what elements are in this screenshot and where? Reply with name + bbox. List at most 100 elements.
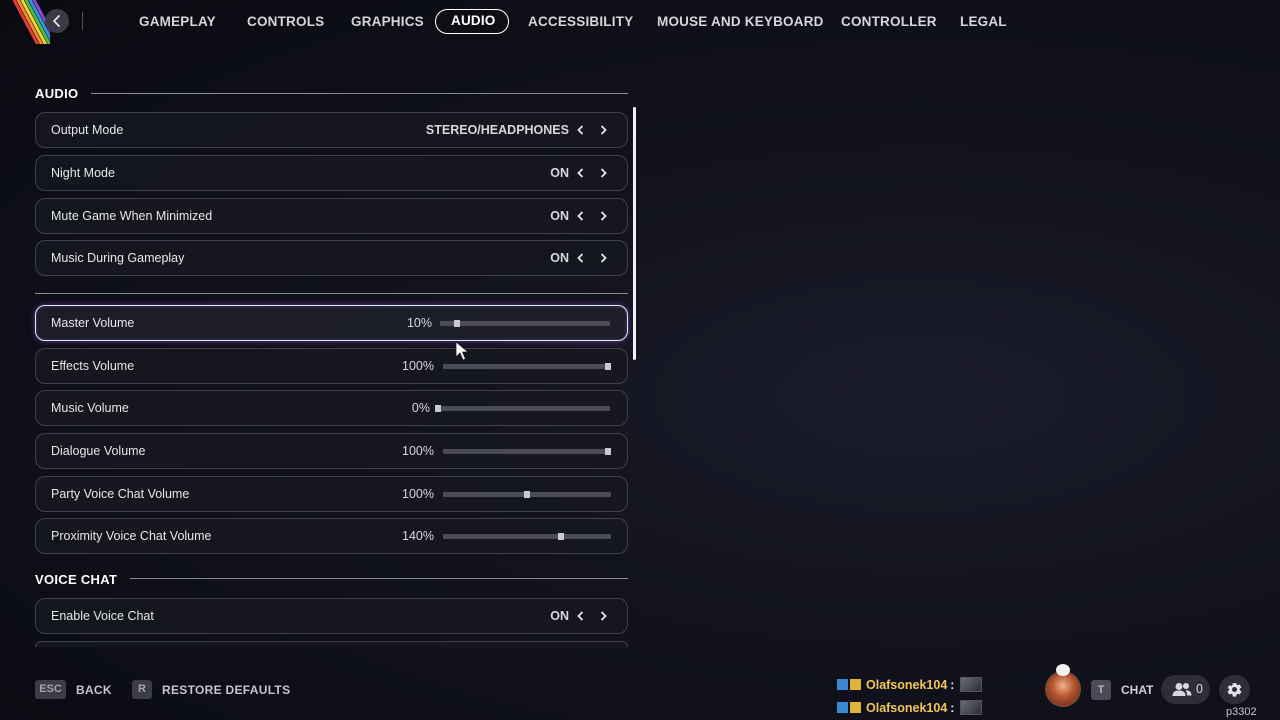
- platform-icon: [837, 702, 848, 713]
- tab-mouse-and-keyboard[interactable]: MOUSE AND KEYBOARD: [657, 9, 824, 34]
- feed-separator: :: [950, 678, 955, 692]
- friends-count: 0: [1196, 682, 1203, 696]
- party-voice-chat-volume-slider[interactable]: [443, 491, 611, 498]
- crown-icon: [850, 702, 861, 713]
- crown-icon: [850, 679, 861, 690]
- feed-entry: Olafsonek104:: [837, 676, 983, 694]
- night-mode-value: ON: [550, 166, 569, 180]
- platform-icon: [837, 679, 848, 690]
- tab-controls[interactable]: CONTROLS: [247, 9, 324, 34]
- chevron-left-icon[interactable]: [575, 610, 587, 622]
- r-key-hint: R: [132, 680, 152, 699]
- settings-scrollbar[interactable]: [633, 107, 636, 360]
- proximity-voice-chat-volume-value: 140%: [402, 529, 434, 543]
- party-voice-chat-volume-row[interactable]: Party Voice Chat Volume 100%: [35, 476, 628, 512]
- effects-volume-label: Effects Volume: [51, 359, 135, 373]
- effects-volume-value: 100%: [402, 359, 434, 373]
- tab-controller[interactable]: CONTROLLER: [841, 9, 937, 34]
- music-during-gameplay-label: Music During Gameplay: [51, 251, 185, 265]
- tab-audio[interactable]: AUDIO: [435, 9, 509, 34]
- player-avatar[interactable]: [1045, 671, 1081, 707]
- feed-player-name: Olafsonek104: [866, 678, 948, 692]
- chevron-left-icon[interactable]: [575, 167, 587, 179]
- slider-thumb[interactable]: [605, 363, 611, 370]
- enable-voice-chat-value: ON: [550, 609, 569, 623]
- master-volume-value: 10%: [406, 316, 432, 330]
- proximity-voice-chat-volume-slider[interactable]: [443, 533, 611, 540]
- chevron-left-icon[interactable]: [575, 210, 587, 222]
- tab-graphics[interactable]: GRAPHICS: [351, 9, 424, 34]
- gear-icon: [1227, 682, 1242, 697]
- music-volume-label: Music Volume: [51, 401, 129, 415]
- t-key-hint: T: [1091, 680, 1111, 700]
- chevron-left-icon[interactable]: [575, 124, 587, 136]
- crown-icon: [1056, 664, 1070, 676]
- back-button[interactable]: [45, 9, 69, 33]
- mute-when-minimized-row[interactable]: Mute Game When Minimized ON: [35, 198, 628, 234]
- output-mode-row[interactable]: Output Mode STEREO/HEADPHONES: [35, 112, 628, 148]
- chevron-right-icon[interactable]: [597, 252, 609, 264]
- music-during-gameplay-value: ON: [550, 251, 569, 265]
- feed-item-icon: [960, 700, 983, 715]
- chevron-left-icon[interactable]: [575, 252, 587, 264]
- tab-accessibility[interactable]: ACCESSIBILITY: [528, 9, 633, 34]
- voice-chat-section-divider: [130, 578, 628, 579]
- night-mode-row[interactable]: Night Mode ON: [35, 155, 628, 191]
- night-mode-label: Night Mode: [51, 166, 115, 180]
- feed-item-icon: [960, 677, 983, 692]
- proximity-voice-chat-volume-row[interactable]: Proximity Voice Chat Volume 140%: [35, 518, 628, 554]
- slider-thumb[interactable]: [454, 320, 460, 327]
- master-volume-slider[interactable]: [440, 320, 610, 327]
- chevron-right-icon[interactable]: [597, 610, 609, 622]
- audio-section-divider: [91, 93, 628, 94]
- feed-separator: :: [950, 701, 955, 715]
- slider-thumb[interactable]: [605, 448, 611, 455]
- slider-thumb[interactable]: [524, 491, 530, 498]
- chevron-right-icon[interactable]: [597, 210, 609, 222]
- master-volume-label: Master Volume: [51, 316, 135, 330]
- party-voice-chat-volume-value: 100%: [402, 487, 434, 501]
- dialogue-volume-slider[interactable]: [443, 448, 611, 455]
- build-version: p3302: [1226, 706, 1257, 718]
- slider-thumb[interactable]: [557, 533, 564, 540]
- music-volume-row[interactable]: Music Volume 0%: [35, 390, 628, 426]
- restore-defaults-button[interactable]: RESTORE DEFAULTS: [162, 681, 290, 699]
- effects-volume-slider[interactable]: [443, 363, 611, 370]
- feed-player-name: Olafsonek104: [866, 701, 948, 715]
- tab-gameplay[interactable]: GAMEPLAY: [139, 9, 216, 34]
- voice-chat-section-title: VOICE CHAT: [35, 572, 118, 587]
- chat-button[interactable]: CHAT: [1121, 681, 1153, 699]
- friends-button[interactable]: 0: [1161, 675, 1210, 704]
- proximity-voice-chat-volume-label: Proximity Voice Chat Volume: [51, 529, 212, 543]
- music-during-gameplay-row[interactable]: Music During Gameplay ON: [35, 240, 628, 276]
- enable-voice-chat-label: Enable Voice Chat: [51, 609, 154, 623]
- feed-entry: Olafsonek104:: [837, 699, 983, 717]
- volume-group-divider: [35, 293, 628, 294]
- output-mode-value: STEREO/HEADPHONES: [425, 123, 569, 137]
- effects-volume-row[interactable]: Effects Volume 100%: [35, 348, 628, 384]
- chevron-right-icon[interactable]: [597, 167, 609, 179]
- mouse-cursor-icon: [455, 341, 470, 361]
- friends-icon: [1172, 683, 1192, 696]
- chevron-right-icon[interactable]: [597, 124, 609, 136]
- enable-voice-chat-row[interactable]: Enable Voice Chat ON: [35, 598, 628, 634]
- slider-thumb[interactable]: [435, 405, 441, 412]
- music-volume-slider[interactable]: [435, 405, 610, 412]
- next-setting-row-partial[interactable]: [35, 641, 628, 647]
- master-volume-row[interactable]: Master Volume 10%: [35, 305, 628, 341]
- dialogue-volume-row[interactable]: Dialogue Volume 100%: [35, 433, 628, 469]
- dialogue-volume-value: 100%: [402, 444, 434, 458]
- nav-divider: [82, 12, 83, 30]
- tab-legal[interactable]: LEGAL: [960, 9, 1007, 34]
- output-mode-label: Output Mode: [51, 123, 124, 137]
- audio-section-title: AUDIO: [35, 86, 79, 101]
- rainbow-logo: [0, 0, 50, 44]
- music-volume-value: 0%: [411, 401, 430, 415]
- back-footer-button[interactable]: BACK: [76, 681, 112, 699]
- party-voice-chat-volume-label: Party Voice Chat Volume: [51, 487, 190, 501]
- mute-when-minimized-value: ON: [550, 209, 569, 223]
- esc-key-hint: ESC: [35, 680, 66, 699]
- dialogue-volume-label: Dialogue Volume: [51, 444, 146, 458]
- settings-button[interactable]: [1219, 675, 1250, 704]
- back-arrow-icon: [53, 15, 60, 27]
